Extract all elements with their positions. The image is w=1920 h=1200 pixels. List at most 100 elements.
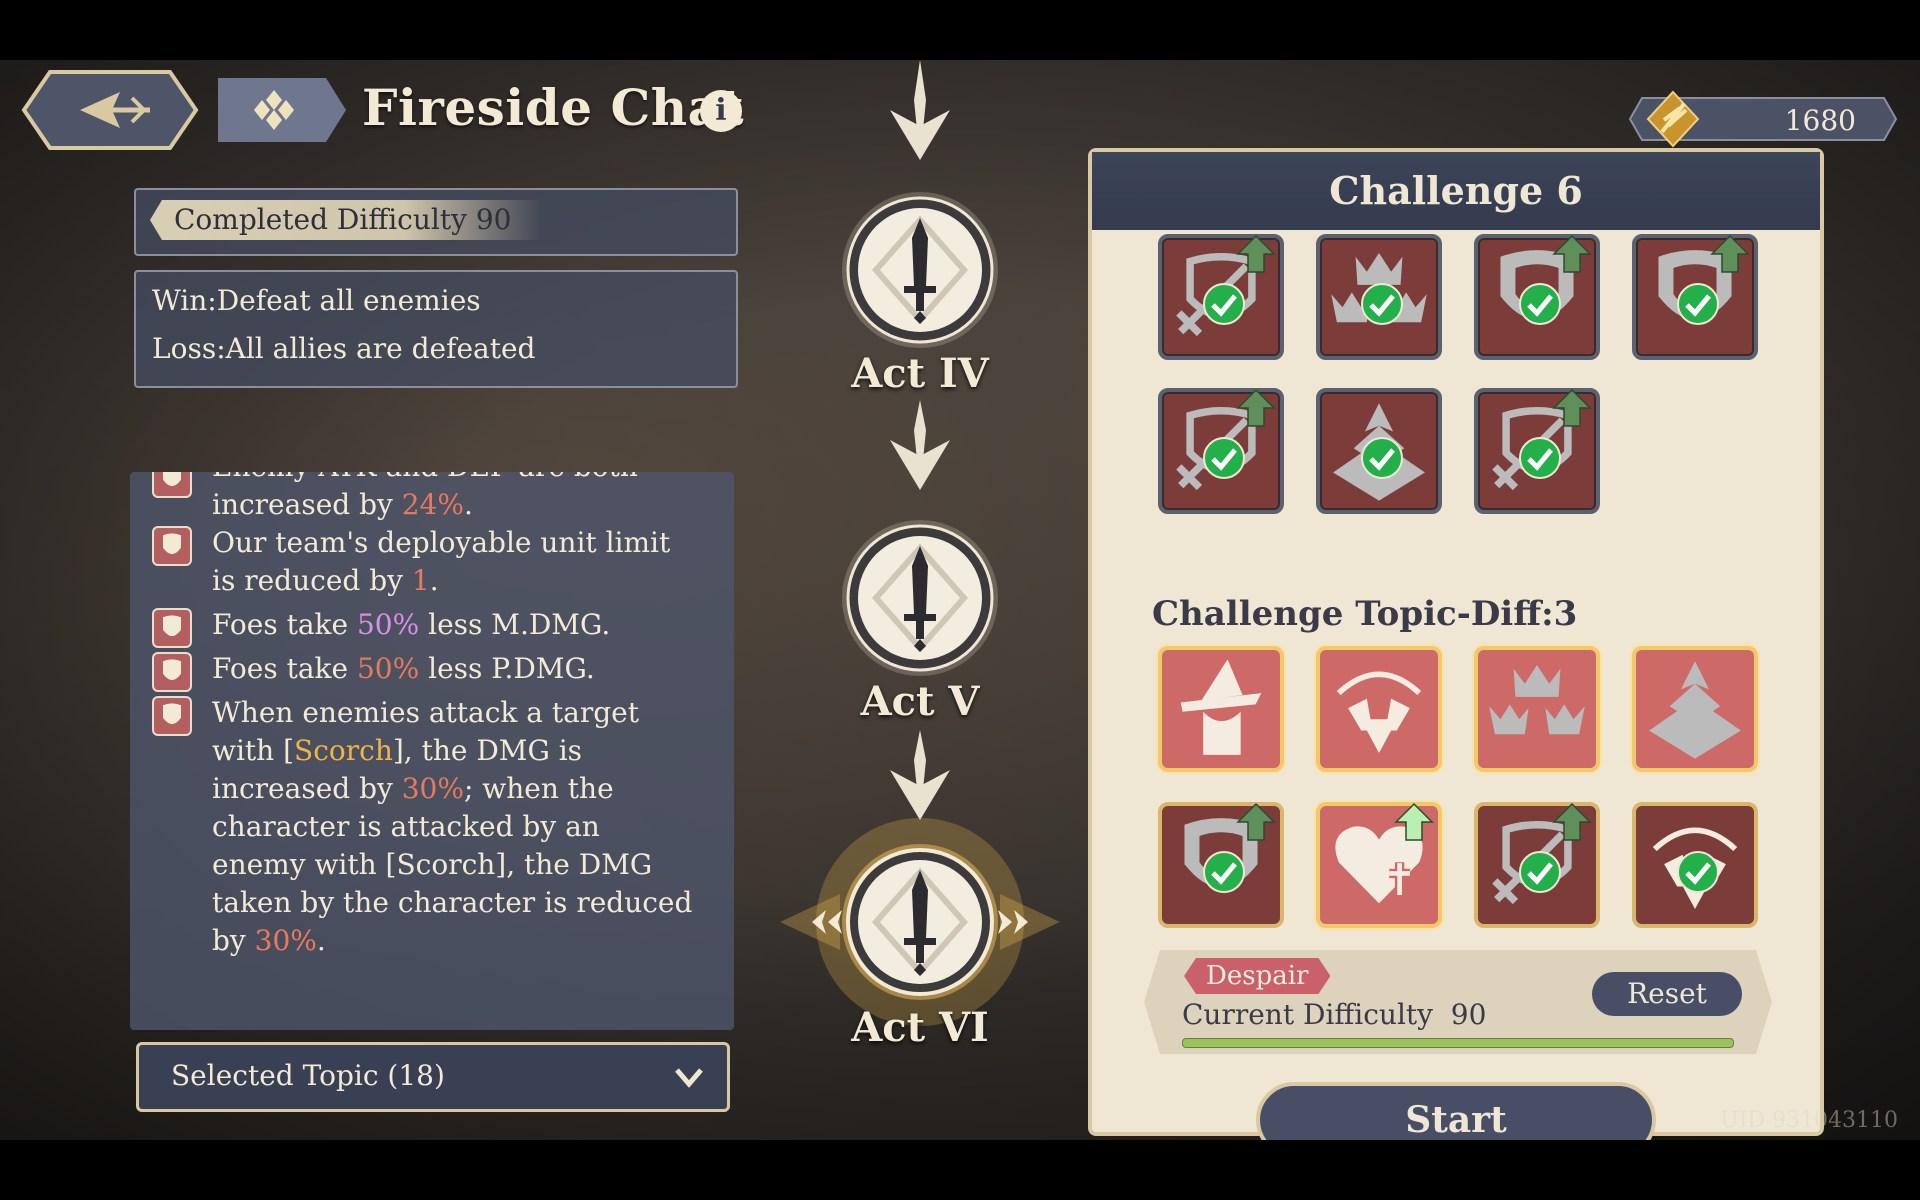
challenge-topic-heading: Challenge Topic-Diff:3 xyxy=(1152,594,1578,634)
current-difficulty: Current Difficulty 90 xyxy=(1182,998,1486,1031)
act-v-medal[interactable] xyxy=(840,518,1000,678)
challenge-tile[interactable] xyxy=(1474,646,1600,772)
challenge-tile[interactable] xyxy=(1632,802,1758,928)
selected-effects-list[interactable]: Enemy ATK and DEF are both increased by … xyxy=(130,472,734,1030)
check-icon xyxy=(1519,283,1561,325)
challenge-tile[interactable] xyxy=(1474,388,1600,514)
crowns-icon xyxy=(1489,664,1585,735)
game-screen: Fireside Chat i 1680 Completed Difficult… xyxy=(0,60,1920,1140)
check-icon xyxy=(1519,851,1561,893)
challenge-header: Challenge 6 xyxy=(1092,152,1820,230)
effect-text-line: When enemies attack a target xyxy=(212,696,639,729)
challenge-tile[interactable] xyxy=(1632,646,1758,772)
upgrade-arrow-icon xyxy=(1394,802,1434,841)
check-icon xyxy=(1203,437,1245,479)
effect-text-line: is reduced by 1. xyxy=(212,562,712,600)
challenge-tile[interactable] xyxy=(1158,234,1284,360)
sword-up-icon xyxy=(152,472,192,498)
halo-fist-icon xyxy=(1336,671,1422,754)
effect-text: . xyxy=(429,564,439,597)
effect-text-line: increased by 30%; when the xyxy=(212,770,712,808)
effect-text-line: taken by the character is reduced xyxy=(212,886,693,919)
effect-text: less M.DMG. xyxy=(419,608,611,641)
check-icon xyxy=(1361,437,1403,479)
effect-text: ; when the xyxy=(463,772,614,805)
back-arrow-icon[interactable] xyxy=(20,68,200,152)
selected-topic-dropdown[interactable]: Selected Topic (18) xyxy=(136,1042,730,1112)
challenge-tile[interactable] xyxy=(1158,646,1284,772)
effect-text: is reduced by xyxy=(212,564,412,597)
check-icon xyxy=(1519,437,1561,479)
shield-up-icon xyxy=(152,608,192,648)
effect-text: ], the DMG is xyxy=(392,734,583,767)
current-difficulty-value: 90 xyxy=(1450,998,1487,1031)
effect-text: less P.DMG. xyxy=(419,652,595,685)
effect-value: 1 xyxy=(411,564,430,597)
check-icon xyxy=(1677,851,1719,893)
challenge-panel: Challenge 6 Challenge Topic-Diff:3 Despa… xyxy=(1088,148,1824,1140)
win-loss-conditions: Win:Defeat all enemies Loss:All allies a… xyxy=(134,270,738,388)
despair-badge: Despair xyxy=(1184,958,1330,994)
effect-text: . xyxy=(316,924,326,957)
current-difficulty-label: Current Difficulty xyxy=(1182,998,1433,1031)
challenge-tile[interactable] xyxy=(1316,234,1442,360)
challenge-tile[interactable] xyxy=(1316,388,1442,514)
effect-text: with [ xyxy=(212,734,295,767)
effect-value: 50% xyxy=(356,608,420,641)
four-diamond-menu-icon[interactable] xyxy=(208,76,348,144)
effect-text-line: Our team's deployable unit limit xyxy=(212,526,671,559)
upgrade-arrow-icon xyxy=(1710,234,1750,273)
challenge-tile[interactable] xyxy=(1158,388,1284,514)
info-icon[interactable]: i xyxy=(700,90,742,132)
effect-text-line: enemy with [Scorch], the DMG xyxy=(212,848,653,881)
challenge-tile[interactable] xyxy=(1474,802,1600,928)
witch-hat-icon xyxy=(1180,659,1262,755)
challenge-tile[interactable] xyxy=(1316,646,1442,772)
effect-value: 30% xyxy=(401,772,464,805)
check-icon xyxy=(1203,283,1245,325)
completed-difficulty-panel: Completed Difficulty 90 xyxy=(134,188,738,256)
upgrade-arrow-icon xyxy=(1236,388,1276,427)
effect-text-line: Enemy ATK and DEF are both xyxy=(212,472,712,486)
effect-text: Foes take xyxy=(212,652,357,685)
diamond-arrow-icon xyxy=(1649,661,1741,759)
check-icon xyxy=(1203,851,1245,893)
chevron-down-icon xyxy=(675,1068,703,1088)
difficulty-panel: Despair Current Difficulty 90 Reset xyxy=(1144,950,1772,1054)
challenge-tile[interactable] xyxy=(1158,802,1284,928)
upgrade-arrow-icon xyxy=(1552,234,1592,273)
shield-up-icon xyxy=(152,652,192,692)
start-button[interactable]: Start xyxy=(1256,1082,1656,1140)
challenge-tile[interactable] xyxy=(1632,234,1758,360)
check-icon xyxy=(1361,283,1403,325)
keyword-scorch: Scorch xyxy=(294,734,393,767)
currency-display: 1680 xyxy=(1628,90,1898,148)
upgrade-arrow-icon xyxy=(1552,802,1592,841)
effect-text: increased by xyxy=(212,772,402,805)
effect-text-line: character is attacked by an xyxy=(212,810,600,843)
difficulty-progress-bar xyxy=(1182,1038,1734,1048)
effect-value: 50% xyxy=(356,652,420,685)
reset-button[interactable]: Reset xyxy=(1592,972,1742,1016)
challenge-tile[interactable] xyxy=(1316,802,1442,928)
sword-up-icon xyxy=(152,696,192,736)
act-vi-medal[interactable] xyxy=(840,842,1000,1002)
act-iv-medal[interactable] xyxy=(840,190,1000,350)
currency-value: 1680 xyxy=(1784,104,1856,137)
win-condition: Win:Defeat all enemies xyxy=(152,284,481,317)
upgrade-arrow-icon xyxy=(1236,802,1276,841)
act-path: Act IV Act V Act VI xyxy=(780,60,1060,1140)
crowns-icon xyxy=(152,526,192,566)
effect-text: Foes take xyxy=(212,608,357,641)
challenge-tile[interactable] xyxy=(1474,234,1600,360)
check-icon xyxy=(1677,283,1719,325)
effect-value: 30% xyxy=(254,924,317,957)
page-title: Fireside Chat xyxy=(362,78,745,137)
act-vi-label: Act VI xyxy=(851,1004,989,1051)
completed-difficulty-label: Completed Difficulty 90 xyxy=(150,200,542,240)
quill-feather-icon xyxy=(1646,90,1700,148)
effect-value: 24% xyxy=(401,488,464,521)
loss-condition: Loss:All allies are defeated xyxy=(152,332,536,365)
upgrade-arrow-icon xyxy=(1236,234,1276,273)
challenge-title: Challenge 6 xyxy=(1329,168,1583,213)
